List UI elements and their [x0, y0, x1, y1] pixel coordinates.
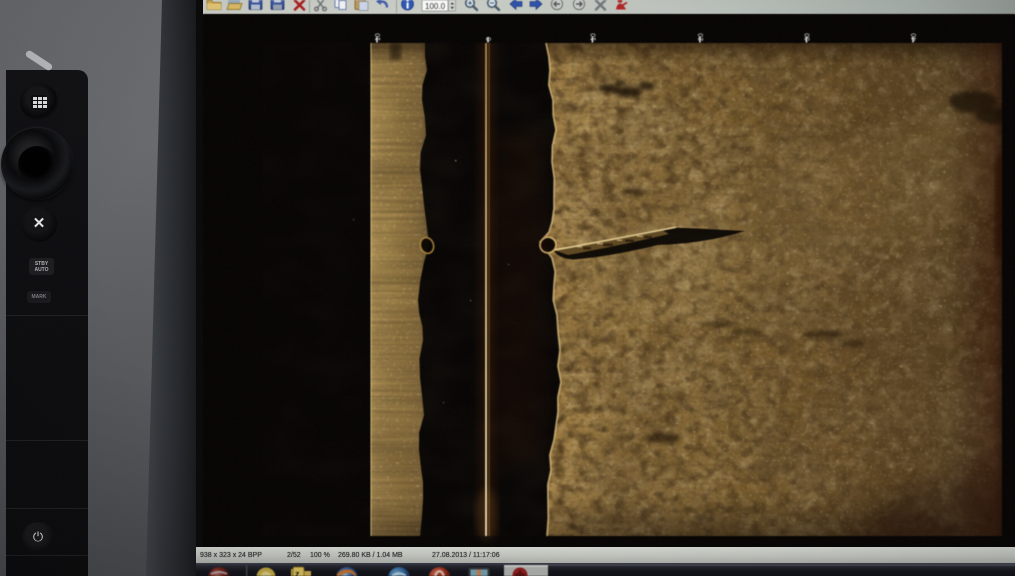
svg-text:100.0: 100.0	[425, 2, 446, 11]
svg-text:z: z	[295, 569, 300, 576]
